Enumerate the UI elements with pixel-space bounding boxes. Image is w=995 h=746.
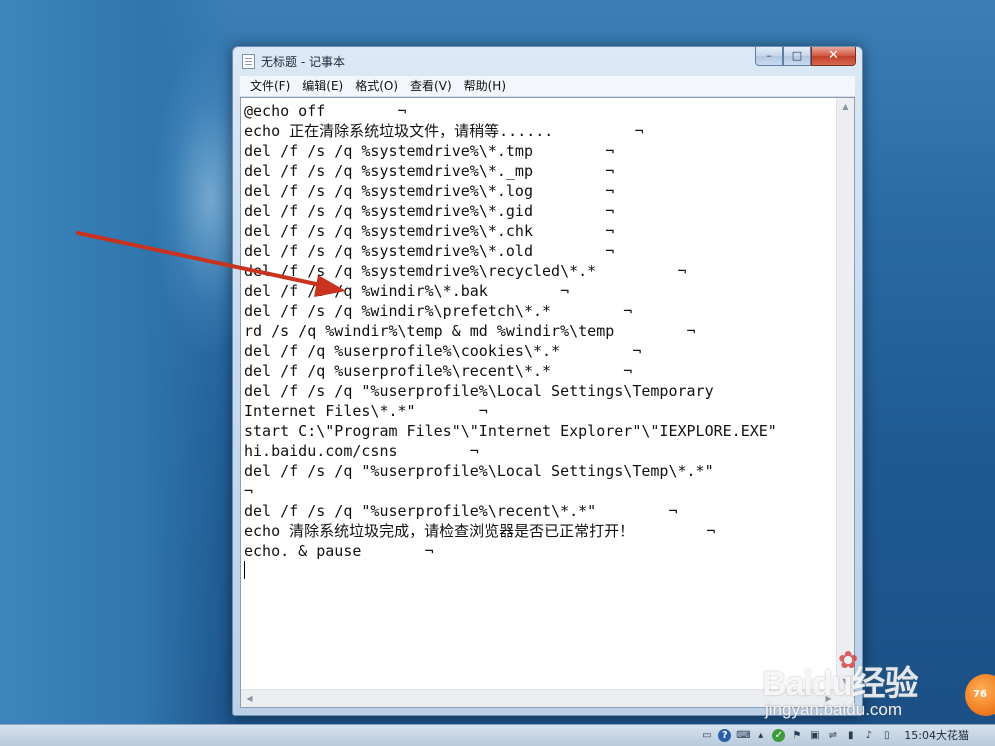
menu-view[interactable]: 查看(V) <box>404 76 458 96</box>
editor-line: echo. & pause ¬ <box>244 542 434 560</box>
vertical-scrollbar[interactable]: ▲ ▼ <box>836 98 854 690</box>
editor-line: echo 正在清除系统垃圾文件，请稍等...... ¬ <box>244 122 644 140</box>
menu-format[interactable]: 格式(O) <box>349 76 404 96</box>
horizontal-scrollbar[interactable]: ◀ ▶ <box>241 689 837 707</box>
volume-icon[interactable]: ♪ <box>862 729 875 742</box>
editor-line: del /f /s /q %systemdrive%\*.tmp ¬ <box>244 142 615 160</box>
help-icon[interactable]: ? <box>718 728 732 742</box>
badge-circle: 76 <box>965 674 995 716</box>
window-controls: – □ ✕ <box>755 47 856 66</box>
editor-line: del /f /s /q %windir%\prefetch\*.* ¬ <box>244 302 633 320</box>
menu-bar: 文件(F) 编辑(E) 格式(O) 查看(V) 帮助(H) <box>240 76 855 97</box>
editor-line: @echo off ¬ <box>244 102 407 120</box>
text-editor[interactable]: @echo off ¬ echo 正在清除系统垃圾文件，请稍等...... ¬ … <box>240 97 855 708</box>
editor-text-area[interactable]: @echo off ¬ echo 正在清除系统垃圾文件，请稍等...... ¬ … <box>244 101 834 687</box>
usb-icon[interactable]: ⇌ <box>826 729 839 742</box>
editor-line: del /f /s /q %systemdrive%\*.log ¬ <box>244 182 615 200</box>
device-icon[interactable]: ▣ <box>808 729 821 742</box>
editor-line: start C:\"Program Files"\"Internet Explo… <box>244 422 777 440</box>
editor-line: del /f /s /q "%userprofile%\Local Settin… <box>244 462 714 480</box>
flag-icon[interactable]: ⚑ <box>790 729 803 742</box>
editor-caret-line <box>244 561 834 581</box>
editor-line: del /f /s /q %windir%\*.bak ¬ <box>244 282 570 300</box>
editor-line: del /f /s /q %systemdrive%\*._mp ¬ <box>244 162 615 180</box>
menu-edit[interactable]: 编辑(E) <box>296 76 349 96</box>
close-button[interactable]: ✕ <box>811 47 856 66</box>
menu-file[interactable]: 文件(F) <box>244 76 296 96</box>
security-icon[interactable]: ✓ <box>772 728 786 742</box>
scroll-up-arrow-icon[interactable]: ▲ <box>837 98 854 115</box>
notepad-window[interactable]: 无标题 - 记事本 – □ ✕ 文件(F) 编辑(E) 格式(O) 查看(V) … <box>232 46 863 716</box>
minimize-button[interactable]: – <box>755 47 783 66</box>
editor-line: del /f /q %userprofile%\recent\*.* ¬ <box>244 362 633 380</box>
scroll-left-arrow-icon[interactable]: ◀ <box>241 690 258 707</box>
editor-line: del /f /s /q "%userprofile%\recent\*.*" … <box>244 502 678 520</box>
editor-line: del /f /s /q %systemdrive%\*.old ¬ <box>244 242 615 260</box>
battery-icon[interactable]: ▯ <box>880 729 893 742</box>
editor-line: echo 清除系统垃圾完成，请检查浏览器是否已正常打开！ ¬ <box>244 522 716 540</box>
tv-icon[interactable]: ▭ <box>700 729 713 742</box>
maximize-button[interactable]: □ <box>783 47 811 66</box>
menu-help[interactable]: 帮助(H) <box>458 76 512 96</box>
chevron-up-icon[interactable]: ▴ <box>754 729 767 742</box>
editor-line: del /f /s /q "%userprofile%\Local Settin… <box>244 382 714 400</box>
window-title: 无标题 - 记事本 <box>261 55 345 69</box>
editor-line: del /f /s /q %systemdrive%\*.gid ¬ <box>244 202 615 220</box>
text-caret <box>244 561 245 579</box>
baidu-paw-icon: ✿ <box>838 646 859 674</box>
keyboard-icon[interactable]: ⌨ <box>736 729 750 742</box>
editor-line: del /f /s /q %systemdrive%\recycled\*.* … <box>244 262 687 280</box>
editor-line: del /f /s /q %systemdrive%\*.chk ¬ <box>244 222 615 240</box>
network-icon[interactable]: ▮ <box>844 729 857 742</box>
editor-line: hi.baidu.com/csns ¬ <box>244 442 479 460</box>
watermark-url: jingyan.baidu.com <box>765 700 903 719</box>
notepad-icon <box>242 54 255 69</box>
title-bar[interactable]: 无标题 - 记事本 – □ ✕ <box>233 47 862 75</box>
taskbar: ▭ ? ⌨ ▴ ✓ ⚑ ▣ ⇌ ▮ ♪ ▯ 15:04大花猫 <box>0 724 995 746</box>
editor-line: del /f /q %userprofile%\cookies\*.* ¬ <box>244 342 642 360</box>
taskbar-clock[interactable]: 15:04大花猫 <box>904 727 969 743</box>
system-tray: ▭ ? ⌨ ▴ ✓ ⚑ ▣ ⇌ ▮ ♪ ▯ 15:04大花猫 <box>700 727 969 743</box>
editor-line: Internet Files\*.*" ¬ <box>244 402 488 420</box>
editor-line: rd /s /q %windir%\temp & md %windir%\tem… <box>244 322 696 340</box>
editor-line: ¬ <box>244 482 254 500</box>
